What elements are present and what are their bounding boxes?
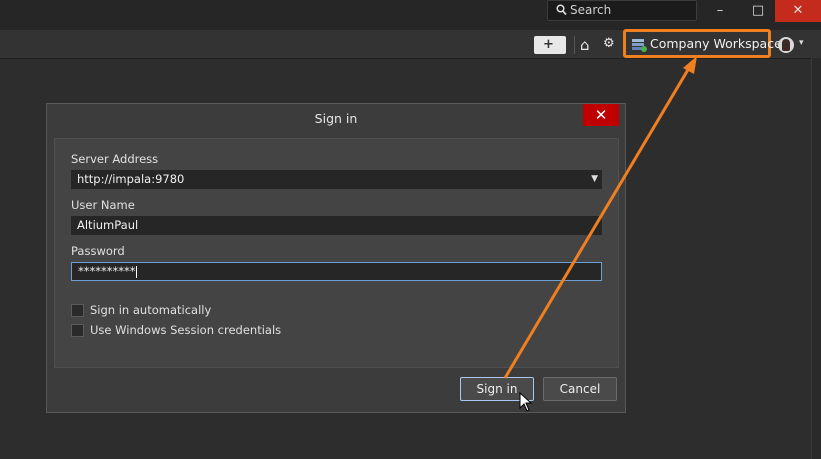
- mouse-cursor-icon: [519, 392, 533, 412]
- annotation-arrow: [503, 56, 697, 379]
